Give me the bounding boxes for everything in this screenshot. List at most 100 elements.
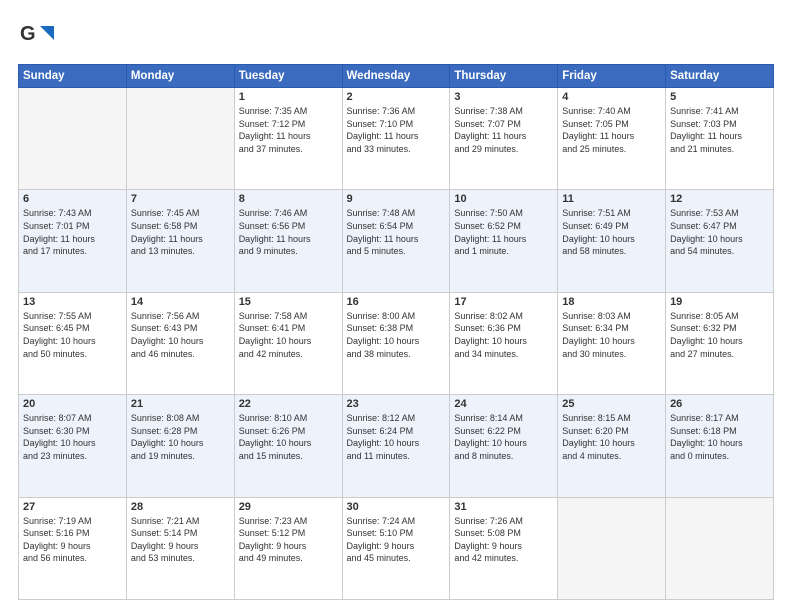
weekday-header-friday: Friday bbox=[558, 65, 666, 88]
day-number: 14 bbox=[131, 296, 230, 308]
week-row-5: 27 Sunrise: 7:19 AM Sunset: 5:16 PM Dayli… bbox=[19, 497, 774, 599]
calendar-cell: 25 Sunrise: 8:15 AM Sunset: 6:20 PM Dayli… bbox=[558, 395, 666, 497]
day-number: 12 bbox=[670, 193, 769, 205]
calendar-cell: 1 Sunrise: 7:35 AM Sunset: 7:12 PM Daylig… bbox=[234, 88, 342, 190]
day-info: Sunrise: 8:03 AM Sunset: 6:34 PM Dayligh… bbox=[562, 310, 661, 360]
calendar-cell: 29 Sunrise: 7:23 AM Sunset: 5:12 PM Dayli… bbox=[234, 497, 342, 599]
day-number: 9 bbox=[347, 193, 446, 205]
day-info: Sunrise: 8:10 AM Sunset: 6:26 PM Dayligh… bbox=[239, 412, 338, 462]
weekday-header-tuesday: Tuesday bbox=[234, 65, 342, 88]
calendar-cell: 17 Sunrise: 8:02 AM Sunset: 6:36 PM Dayli… bbox=[450, 292, 558, 394]
calendar-cell: 28 Sunrise: 7:21 AM Sunset: 5:14 PM Dayli… bbox=[126, 497, 234, 599]
calendar-cell bbox=[126, 88, 234, 190]
day-number: 22 bbox=[239, 398, 338, 410]
weekday-header-row: SundayMondayTuesdayWednesdayThursdayFrid… bbox=[19, 65, 774, 88]
calendar-cell: 31Sunrise: 7:26 AM Sunset: 5:08 PM Dayli… bbox=[450, 497, 558, 599]
calendar-cell: 21 Sunrise: 8:08 AM Sunset: 6:28 PM Dayli… bbox=[126, 395, 234, 497]
weekday-header-saturday: Saturday bbox=[666, 65, 774, 88]
day-info: Sunrise: 8:08 AM Sunset: 6:28 PM Dayligh… bbox=[131, 412, 230, 462]
calendar-cell: 2Sunrise: 7:36 AM Sunset: 7:10 PM Daylig… bbox=[342, 88, 450, 190]
weekday-header-thursday: Thursday bbox=[450, 65, 558, 88]
day-number: 11 bbox=[562, 193, 661, 205]
day-number: 24 bbox=[454, 398, 553, 410]
day-number: 20 bbox=[23, 398, 122, 410]
day-number: 17 bbox=[454, 296, 553, 308]
day-number: 23 bbox=[347, 398, 446, 410]
day-number: 1 bbox=[239, 91, 338, 103]
day-number: 3 bbox=[454, 91, 553, 103]
day-info: Sunrise: 7:48 AM Sunset: 6:54 PM Dayligh… bbox=[347, 207, 446, 257]
week-row-3: 13Sunrise: 7:55 AM Sunset: 6:45 PM Dayli… bbox=[19, 292, 774, 394]
day-number: 5 bbox=[670, 91, 769, 103]
calendar-cell: 12 Sunrise: 7:53 AM Sunset: 6:47 PM Dayli… bbox=[666, 190, 774, 292]
day-number: 7 bbox=[131, 193, 230, 205]
day-info: Sunrise: 7:21 AM Sunset: 5:14 PM Dayligh… bbox=[131, 515, 230, 565]
calendar-cell: 22 Sunrise: 8:10 AM Sunset: 6:26 PM Dayli… bbox=[234, 395, 342, 497]
day-info: Sunrise: 7:41 AM Sunset: 7:03 PM Dayligh… bbox=[670, 105, 769, 155]
calendar-cell: 13Sunrise: 7:55 AM Sunset: 6:45 PM Dayli… bbox=[19, 292, 127, 394]
calendar-cell: 10Sunrise: 7:50 AM Sunset: 6:52 PM Dayli… bbox=[450, 190, 558, 292]
day-info: Sunrise: 8:02 AM Sunset: 6:36 PM Dayligh… bbox=[454, 310, 553, 360]
page: G SundayMondayTuesdayWednesdayThursdayFr… bbox=[0, 0, 792, 612]
day-number: 15 bbox=[239, 296, 338, 308]
day-info: Sunrise: 7:19 AM Sunset: 5:16 PM Dayligh… bbox=[23, 515, 122, 565]
day-number: 29 bbox=[239, 501, 338, 513]
day-info: Sunrise: 7:56 AM Sunset: 6:43 PM Dayligh… bbox=[131, 310, 230, 360]
day-info: Sunrise: 8:14 AM Sunset: 6:22 PM Dayligh… bbox=[454, 412, 553, 462]
weekday-header-wednesday: Wednesday bbox=[342, 65, 450, 88]
day-number: 26 bbox=[670, 398, 769, 410]
day-info: Sunrise: 8:17 AM Sunset: 6:18 PM Dayligh… bbox=[670, 412, 769, 462]
day-info: Sunrise: 7:46 AM Sunset: 6:56 PM Dayligh… bbox=[239, 207, 338, 257]
calendar-cell bbox=[666, 497, 774, 599]
day-number: 30 bbox=[347, 501, 446, 513]
day-number: 8 bbox=[239, 193, 338, 205]
calendar-cell bbox=[19, 88, 127, 190]
calendar-cell: 6 Sunrise: 7:43 AM Sunset: 7:01 PM Daylig… bbox=[19, 190, 127, 292]
day-number: 19 bbox=[670, 296, 769, 308]
day-info: Sunrise: 7:26 AM Sunset: 5:08 PM Dayligh… bbox=[454, 515, 553, 565]
day-info: Sunrise: 7:43 AM Sunset: 7:01 PM Dayligh… bbox=[23, 207, 122, 257]
day-info: Sunrise: 7:58 AM Sunset: 6:41 PM Dayligh… bbox=[239, 310, 338, 360]
calendar-cell: 26 Sunrise: 8:17 AM Sunset: 6:18 PM Dayli… bbox=[666, 395, 774, 497]
day-number: 2 bbox=[347, 91, 446, 103]
day-info: Sunrise: 7:24 AM Sunset: 5:10 PM Dayligh… bbox=[347, 515, 446, 565]
day-number: 25 bbox=[562, 398, 661, 410]
svg-text:G: G bbox=[20, 23, 36, 45]
week-row-1: 1 Sunrise: 7:35 AM Sunset: 7:12 PM Daylig… bbox=[19, 88, 774, 190]
day-info: Sunrise: 8:07 AM Sunset: 6:30 PM Dayligh… bbox=[23, 412, 122, 462]
logo-icon: G bbox=[18, 18, 54, 54]
calendar-cell: 7 Sunrise: 7:45 AM Sunset: 6:58 PM Daylig… bbox=[126, 190, 234, 292]
calendar-cell: 24 Sunrise: 8:14 AM Sunset: 6:22 PM Dayli… bbox=[450, 395, 558, 497]
weekday-header-sunday: Sunday bbox=[19, 65, 127, 88]
day-info: Sunrise: 7:51 AM Sunset: 6:49 PM Dayligh… bbox=[562, 207, 661, 257]
header: G bbox=[18, 18, 774, 54]
day-info: Sunrise: 7:50 AM Sunset: 6:52 PM Dayligh… bbox=[454, 207, 553, 257]
calendar: SundayMondayTuesdayWednesdayThursdayFrid… bbox=[18, 64, 774, 600]
day-number: 13 bbox=[23, 296, 122, 308]
calendar-cell: 15 Sunrise: 7:58 AM Sunset: 6:41 PM Dayli… bbox=[234, 292, 342, 394]
calendar-cell: 18 Sunrise: 8:03 AM Sunset: 6:34 PM Dayli… bbox=[558, 292, 666, 394]
day-number: 18 bbox=[562, 296, 661, 308]
day-info: Sunrise: 7:35 AM Sunset: 7:12 PM Dayligh… bbox=[239, 105, 338, 155]
day-number: 21 bbox=[131, 398, 230, 410]
day-info: Sunrise: 8:12 AM Sunset: 6:24 PM Dayligh… bbox=[347, 412, 446, 462]
day-info: Sunrise: 7:53 AM Sunset: 6:47 PM Dayligh… bbox=[670, 207, 769, 257]
day-number: 16 bbox=[347, 296, 446, 308]
day-number: 27 bbox=[23, 501, 122, 513]
day-number: 28 bbox=[131, 501, 230, 513]
calendar-cell: 30 Sunrise: 7:24 AM Sunset: 5:10 PM Dayli… bbox=[342, 497, 450, 599]
calendar-cell: 5 Sunrise: 7:41 AM Sunset: 7:03 PM Daylig… bbox=[666, 88, 774, 190]
day-info: Sunrise: 7:45 AM Sunset: 6:58 PM Dayligh… bbox=[131, 207, 230, 257]
day-info: Sunrise: 7:23 AM Sunset: 5:12 PM Dayligh… bbox=[239, 515, 338, 565]
calendar-cell: 14 Sunrise: 7:56 AM Sunset: 6:43 PM Dayli… bbox=[126, 292, 234, 394]
day-info: Sunrise: 8:05 AM Sunset: 6:32 PM Dayligh… bbox=[670, 310, 769, 360]
calendar-cell: 16Sunrise: 8:00 AM Sunset: 6:38 PM Dayli… bbox=[342, 292, 450, 394]
logo: G bbox=[18, 18, 56, 54]
calendar-cell: 9 Sunrise: 7:48 AM Sunset: 6:54 PM Daylig… bbox=[342, 190, 450, 292]
day-info: Sunrise: 8:15 AM Sunset: 6:20 PM Dayligh… bbox=[562, 412, 661, 462]
calendar-cell: 23 Sunrise: 8:12 AM Sunset: 6:24 PM Dayli… bbox=[342, 395, 450, 497]
calendar-cell: 4Sunrise: 7:40 AM Sunset: 7:05 PM Daylig… bbox=[558, 88, 666, 190]
calendar-cell bbox=[558, 497, 666, 599]
day-number: 6 bbox=[23, 193, 122, 205]
week-row-4: 20 Sunrise: 8:07 AM Sunset: 6:30 PM Dayli… bbox=[19, 395, 774, 497]
